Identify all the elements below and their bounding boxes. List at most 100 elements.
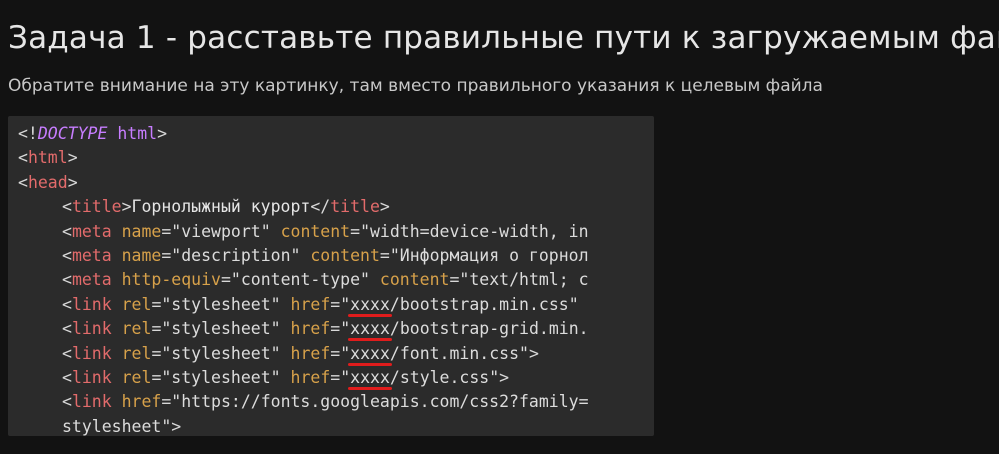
code-token: <	[62, 319, 72, 339]
code-token: =	[151, 294, 162, 314]
code-token: "	[340, 367, 351, 387]
code-line-6: <meta name="description" content="Информ…	[18, 244, 654, 268]
code-token: href	[111, 392, 162, 412]
code-token: "content-type"	[230, 270, 370, 290]
code-token: >	[499, 367, 510, 387]
code-token: =	[330, 367, 341, 387]
code-token: >	[121, 197, 132, 217]
code-token: meta	[71, 245, 112, 265]
code-token: stylesheet"	[62, 416, 172, 436]
code-token: meta	[71, 270, 112, 290]
code-line-1: <!DOCTYPE html>	[18, 122, 654, 146]
code-line-13: stylesheet">	[18, 415, 654, 436]
code-token: "	[340, 343, 351, 363]
code-token: content	[369, 270, 450, 290]
code-token: http-equiv	[111, 270, 221, 290]
code-token: /bootstrap-grid.min.	[389, 319, 589, 339]
code-token: href	[280, 343, 331, 363]
code-token: "Информация о горнол	[389, 245, 589, 265]
code-line-7: <meta http-equiv="content-type" content=…	[18, 268, 654, 292]
code-token: >	[171, 416, 182, 436]
code-token: head	[27, 172, 68, 192]
code-token: link	[71, 343, 112, 363]
code-line-9: <link rel="stylesheet" href="xxxx/bootst…	[18, 317, 654, 341]
code-token: =	[151, 367, 162, 387]
code-token: <	[18, 172, 28, 192]
code-token: "	[340, 319, 351, 339]
placeholder-path-underlined: xxxx	[350, 343, 390, 363]
code-token: <	[18, 148, 28, 168]
code-token: <	[62, 221, 72, 241]
code-token: >	[157, 124, 168, 143]
code-token: <	[62, 197, 72, 217]
code-token: "stylesheet"	[161, 343, 281, 363]
code-token: rel	[111, 367, 152, 387]
code-token: link	[71, 294, 112, 314]
placeholder-path-underlined: xxxx	[350, 319, 390, 339]
code-token: =	[161, 245, 172, 265]
code-token: /font.min.css"	[389, 343, 529, 363]
code-token: >	[67, 172, 78, 192]
code-token: "stylesheet"	[161, 367, 281, 387]
code-token: >	[528, 343, 539, 363]
code-token: content	[300, 245, 380, 265]
code-token: =	[330, 343, 341, 363]
code-token: "text/html; c	[459, 270, 589, 290]
code-token: name	[111, 245, 162, 265]
code-token: <	[62, 367, 72, 387]
code-token: =	[379, 245, 390, 265]
code-token: =	[330, 294, 341, 314]
code-token: =	[151, 319, 162, 339]
code-token: "stylesheet"	[161, 294, 281, 314]
code-token: /bootstrap.min.css"	[389, 294, 579, 314]
code-token: /style.css"	[389, 367, 500, 387]
code-token: <	[62, 392, 72, 412]
code-token: "viewport"	[171, 221, 271, 241]
code-token: rel	[111, 319, 152, 339]
code-token: rel	[111, 343, 152, 363]
code-token: <	[62, 294, 72, 314]
page: Задача 1 - расставьте правильные пути к …	[0, 0, 999, 454]
code-token: href	[280, 294, 331, 314]
code-token: =	[449, 270, 460, 290]
code-token: =	[220, 270, 231, 290]
code-line-8: <link rel="stylesheet" href="xxxx/bootst…	[18, 293, 654, 317]
code-token: href	[280, 367, 331, 387]
code-token: =	[161, 221, 172, 241]
code-line-4: <title>Горнолыжный курорт</title>	[18, 195, 654, 219]
task-description: Обратите внимание на эту картинку, там в…	[8, 76, 823, 96]
code-token: link	[71, 392, 112, 412]
code-token: >	[67, 148, 78, 168]
code-token: <	[62, 343, 72, 363]
code-token: >	[379, 197, 390, 217]
code-token: =	[151, 343, 162, 363]
code-token: "description"	[171, 245, 301, 265]
code-token: =	[161, 392, 172, 412]
code-token: </	[310, 197, 331, 217]
code-line-11: <link rel="stylesheet" href="xxxx/style.…	[18, 366, 654, 390]
task-heading: Задача 1 - расставьте правильные пути к …	[8, 20, 999, 56]
placeholder-path-underlined: xxxx	[350, 367, 390, 387]
code-token: =	[330, 319, 341, 339]
code-token: name	[111, 221, 162, 241]
code-token: "width=device-width, in	[360, 221, 589, 241]
code-token: html	[117, 124, 158, 143]
code-token: Горнолыжный курорт	[131, 197, 311, 217]
code-token: content	[270, 221, 351, 241]
code-token: title	[330, 197, 380, 217]
placeholder-path-underlined: xxxx	[350, 294, 390, 314]
code-line-12: <link href="https://fonts.googleapis.com…	[18, 390, 654, 414]
code-token: DOCTYPE	[37, 124, 108, 143]
code-token: <	[62, 270, 72, 290]
code-token: href	[280, 319, 331, 339]
code-token: meta	[71, 221, 112, 241]
code-token: <!	[18, 124, 38, 143]
code-line-2: <html>	[18, 146, 654, 170]
code-screenshot: <!DOCTYPE html> <html> <head> <title>Гор…	[8, 116, 654, 436]
code-token: link	[71, 319, 112, 339]
code-token: "	[340, 294, 351, 314]
code-token: <	[62, 245, 72, 265]
code-token: html	[27, 148, 68, 168]
code-token: rel	[111, 294, 152, 314]
code-token: "stylesheet"	[161, 319, 281, 339]
